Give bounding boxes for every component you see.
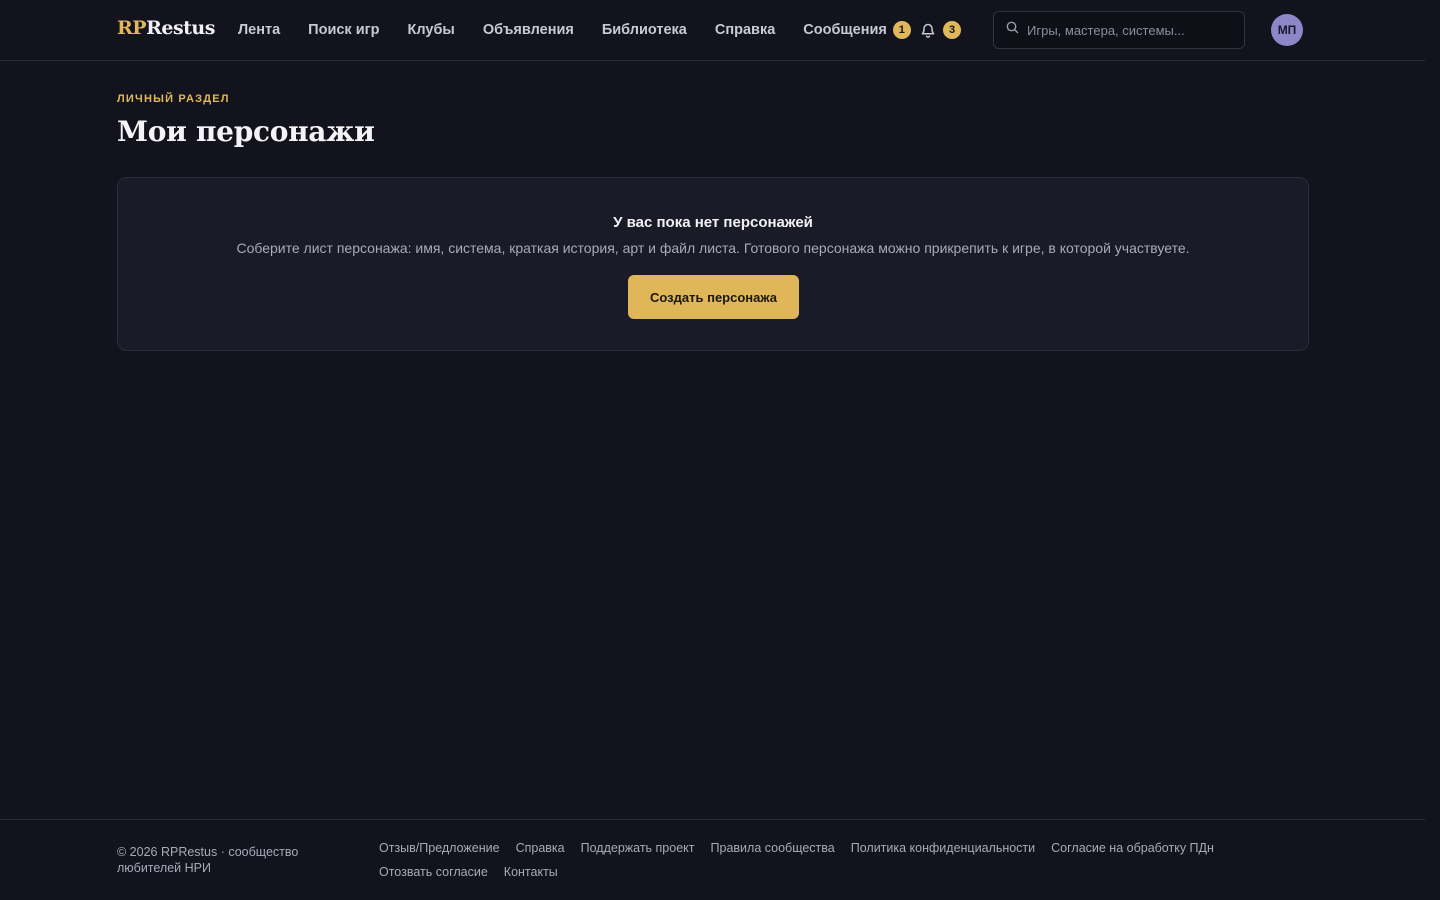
nav-messages-label: Сообщения — [803, 22, 887, 38]
footer-link-revoke-consent[interactable]: Отозвать согласие — [379, 864, 488, 880]
footer-link-feedback[interactable]: Отзыв/Предложение — [379, 840, 500, 856]
page: RPRestus Лента Поиск игр Клубы Объявлени… — [0, 0, 1440, 900]
notifications-button[interactable]: 3 — [920, 21, 961, 39]
footer-copyright: © 2026 RPRestus · сообщество любителей Н… — [117, 845, 299, 875]
footer-link-community-rules[interactable]: Правила сообщества — [711, 840, 835, 856]
footer-link-support-project[interactable]: Поддержать проект — [581, 840, 695, 856]
site-logo[interactable]: RPRestus — [117, 17, 215, 39]
nav-game-search[interactable]: Поиск игр — [308, 22, 379, 38]
footer-link-data-consent[interactable]: Согласие на обработку ПДн — [1051, 840, 1214, 856]
nav-help-label: Справка — [714, 22, 776, 38]
search-box — [993, 11, 1245, 49]
nav-clubs[interactable]: Клубы — [408, 22, 455, 38]
nav-messages[interactable]: Сообщения 1 — [803, 21, 911, 39]
notifications-count-badge: 3 — [943, 21, 961, 39]
nav-help[interactable]: Справка — [715, 22, 775, 38]
footer-link-privacy-policy[interactable]: Политика конфиденциальности — [851, 840, 1035, 856]
nav-library-label: Библиотека — [601, 22, 687, 38]
nav-feed-label: Лента — [238, 22, 281, 38]
empty-state-card: У вас пока нет персонажей Соберите лист … — [117, 177, 1309, 351]
logo-restus: Restus — [146, 17, 215, 39]
create-character-button[interactable]: Создать персонажа — [628, 275, 799, 319]
footer-links: Отзыв/Предложение Справка Поддержать про… — [379, 840, 1279, 880]
search-icon — [1006, 21, 1019, 39]
main-nav: Лента Поиск игр Клубы Объявления Библиот… — [238, 0, 939, 60]
search-input[interactable] — [1027, 22, 1227, 38]
logo-rp: RP — [117, 17, 147, 39]
nav-game-search-label: Поиск игр — [308, 22, 380, 38]
empty-state-title: У вас пока нет персонажей — [613, 214, 813, 231]
bell-icon — [920, 22, 936, 39]
nav-clubs-label: Клубы — [407, 22, 455, 38]
messages-count-badge: 1 — [892, 21, 911, 39]
user-avatar[interactable]: МП — [1271, 14, 1303, 46]
nav-feed[interactable]: Лента — [238, 22, 280, 38]
top-header: RPRestus Лента Поиск игр Клубы Объявлени… — [0, 0, 1425, 61]
footer-link-help[interactable]: Справка — [516, 840, 565, 856]
site-footer: © 2026 RPRestus · сообщество любителей Н… — [0, 819, 1425, 900]
section-eyebrow: ЛИЧНЫЙ РАЗДЕЛ — [117, 93, 230, 105]
footer-link-contacts[interactable]: Контакты — [504, 864, 558, 880]
nav-announcements[interactable]: Объявления — [483, 22, 574, 38]
page-title: Мои персонажи — [117, 115, 375, 148]
nav-library[interactable]: Библиотека — [602, 22, 687, 38]
empty-state-description: Соберите лист персонажа: имя, система, к… — [236, 240, 1190, 256]
nav-announcements-label: Объявления — [482, 22, 574, 38]
